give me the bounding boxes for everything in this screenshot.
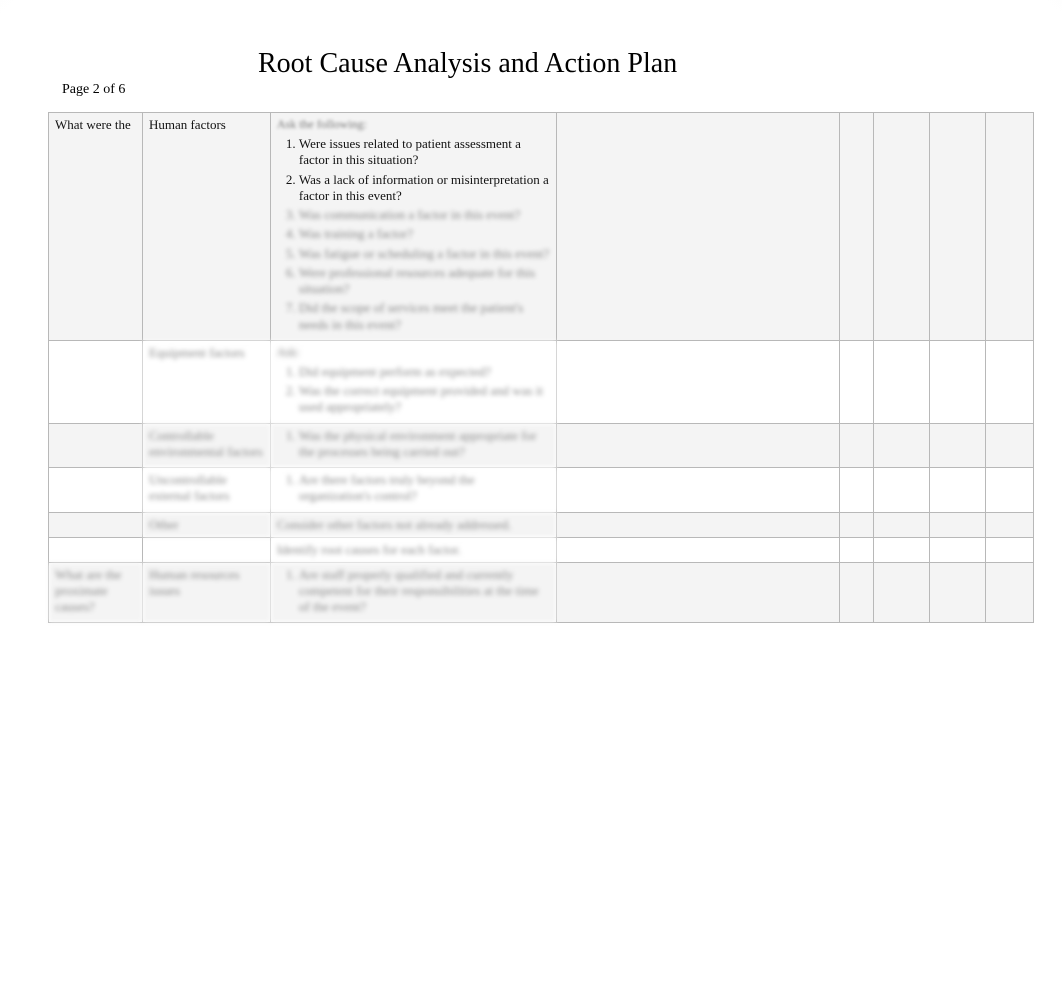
cell-category: Human factors — [142, 113, 270, 341]
cell-blank — [985, 537, 1033, 562]
cell-findings — [556, 512, 840, 537]
cell-prompts: Ask the following: Were issues related t… — [270, 113, 556, 341]
cell-findings — [556, 537, 840, 562]
list-item: Was training a factor? — [299, 226, 550, 242]
cell-blank — [985, 340, 1033, 423]
cell-blank — [874, 512, 930, 537]
cell-blank — [930, 512, 986, 537]
question-list: Are staff properly qualified and current… — [277, 567, 550, 616]
cell-question — [49, 340, 143, 423]
cell-prompts: Are staff properly qualified and current… — [270, 562, 556, 623]
cell-category: Human resources issues — [142, 562, 270, 623]
cell-blank — [874, 537, 930, 562]
list-item: Was the physical environment appropriate… — [299, 428, 550, 461]
cell-blank — [930, 468, 986, 513]
cell-prompts: Ask: Did equipment perform as expected? … — [270, 340, 556, 423]
cell-question — [49, 468, 143, 513]
list-item: Were professional resources adequate for… — [299, 265, 550, 298]
cell-blank — [930, 113, 986, 341]
list-item: Did equipment perform as expected? — [299, 364, 550, 380]
question-heading: Ask: — [277, 345, 550, 360]
cell-blank — [874, 113, 930, 341]
cell-prompts: Identify root causes for each factor. — [270, 537, 556, 562]
list-item: Was the correct equipment provided and w… — [299, 383, 550, 416]
cell-category: Other — [142, 512, 270, 537]
cell-blank — [985, 468, 1033, 513]
cell-blank — [874, 562, 930, 623]
cell-findings — [556, 113, 840, 341]
page-bottom-fade — [0, 746, 1062, 1006]
cell-prompts: Was the physical environment appropriate… — [270, 423, 556, 468]
question-list: Are there factors truly beyond the organ… — [277, 472, 550, 505]
table-row: Identify root causes for each factor. — [49, 537, 1034, 562]
cell-blank — [874, 340, 930, 423]
cell-category: Equipment factors — [142, 340, 270, 423]
cell-blank — [840, 340, 874, 423]
cell-blank — [874, 468, 930, 513]
cell-question — [49, 512, 143, 537]
cell-category: Uncontrollable external factors — [142, 468, 270, 513]
list-item: Consider other factors not already addre… — [277, 517, 512, 532]
cell-findings — [556, 423, 840, 468]
cell-blank — [985, 562, 1033, 623]
cell-blank — [985, 113, 1033, 341]
cell-prompts: Consider other factors not already addre… — [270, 512, 556, 537]
table-row: Uncontrollable external factors Are ther… — [49, 468, 1034, 513]
cell-findings — [556, 340, 840, 423]
page-number: Page 2 of 6 — [62, 82, 125, 98]
page-title: Root Cause Analysis and Action Plan — [258, 48, 677, 80]
question-list: Did equipment perform as expected? Was t… — [277, 364, 550, 416]
cell-blank — [840, 423, 874, 468]
table-row: What were the Human factors Ask the foll… — [49, 113, 1034, 341]
cell-blank — [985, 423, 1033, 468]
list-item: Was a lack of information or misinterpre… — [299, 172, 550, 205]
cell-question: What were the — [49, 113, 143, 341]
table-row: Other Consider other factors not already… — [49, 512, 1034, 537]
list-item: Are staff properly qualified and current… — [299, 567, 550, 616]
list-item: Was fatigue or scheduling a factor in th… — [299, 246, 550, 262]
list-item: Was communication a factor in this event… — [299, 207, 550, 223]
table-row: Controllable environmental factors Was t… — [49, 423, 1034, 468]
cell-findings — [556, 562, 840, 623]
cell-blank — [930, 562, 986, 623]
cell-blank — [874, 423, 930, 468]
question-heading: Ask the following: — [277, 117, 550, 132]
cell-category: Controllable environmental factors — [142, 423, 270, 468]
table-row: What are the proximate causes? Human res… — [49, 562, 1034, 623]
cell-question — [49, 423, 143, 468]
cell-question: What are the proximate causes? — [49, 562, 143, 623]
cell-findings — [556, 468, 840, 513]
cell-prompts: Are there factors truly beyond the organ… — [270, 468, 556, 513]
list-item: Did the scope of services meet the patie… — [299, 300, 550, 333]
cell-question — [49, 537, 143, 562]
cell-blank — [840, 113, 874, 341]
cell-blank — [930, 423, 986, 468]
cell-blank — [840, 537, 874, 562]
cell-blank — [840, 562, 874, 623]
cell-blank — [840, 512, 874, 537]
cell-blank — [930, 340, 986, 423]
table-row: Equipment factors Ask: Did equipment per… — [49, 340, 1034, 423]
question-list: Were issues related to patient assessmen… — [277, 136, 550, 333]
cell-blank — [840, 468, 874, 513]
cell-blank — [985, 512, 1033, 537]
list-item: Were issues related to patient assessmen… — [299, 136, 550, 169]
analysis-table: What were the Human factors Ask the foll… — [48, 112, 1034, 623]
cell-blank — [930, 537, 986, 562]
list-item: Are there factors truly beyond the organ… — [299, 472, 550, 505]
question-list: Was the physical environment appropriate… — [277, 428, 550, 461]
cell-category — [142, 537, 270, 562]
list-item: Identify root causes for each factor. — [277, 542, 461, 557]
